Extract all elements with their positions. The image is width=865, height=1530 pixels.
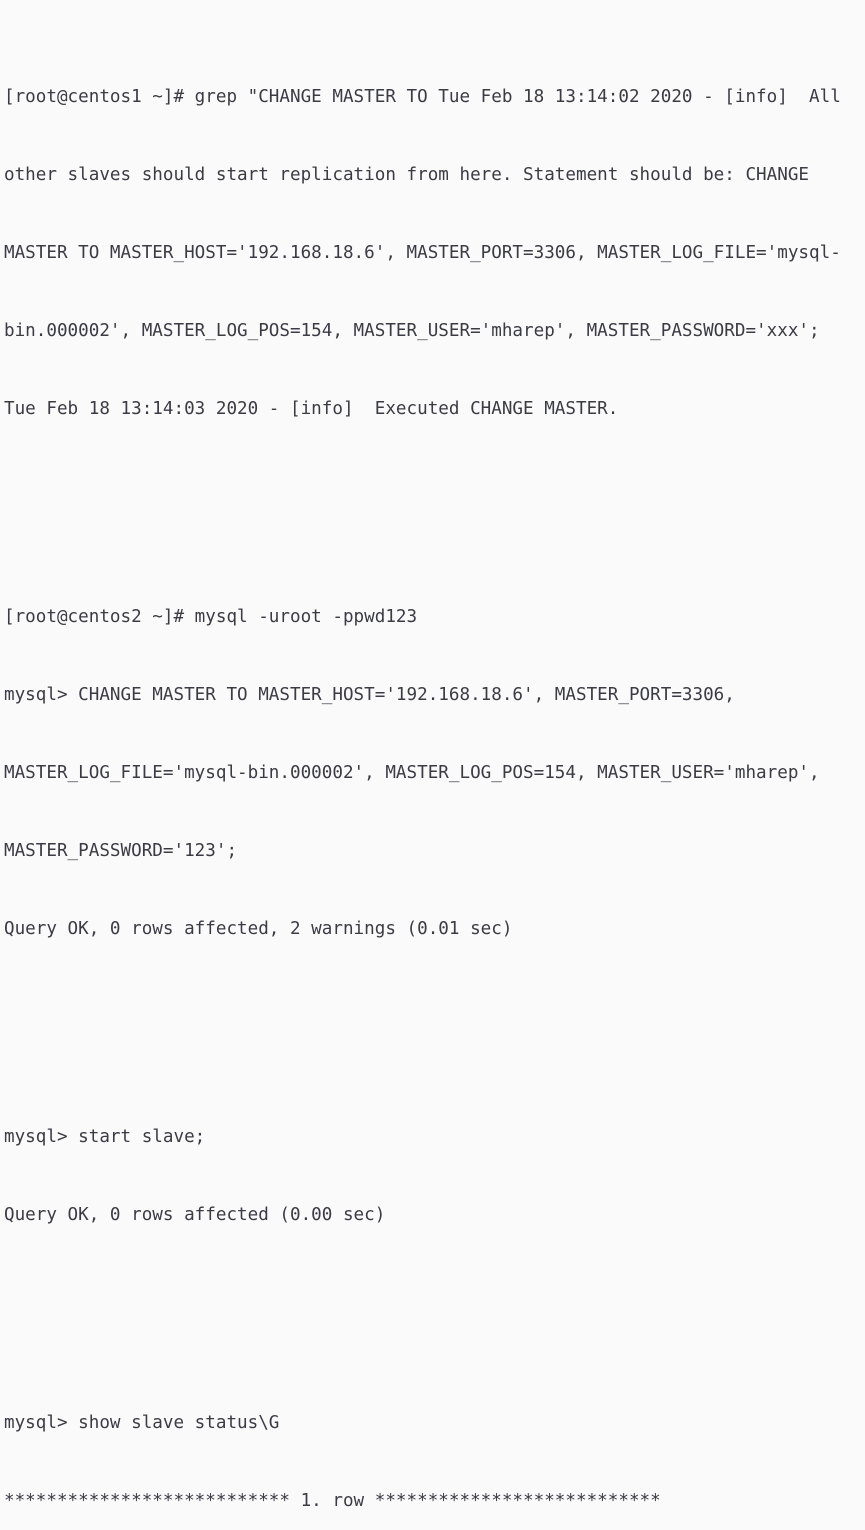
grep-output-line: Tue Feb 18 13:14:03 2020 - [info] Execut… [4, 399, 619, 419]
result-row-separator: *************************** 1. row *****… [4, 1491, 661, 1511]
grep-output-line: other slaves should start replication fr… [4, 165, 810, 185]
change-master-continuation: MASTER_LOG_FILE='mysql-bin.000002', MAST… [4, 763, 820, 783]
change-master-continuation: MASTER_PASSWORD='123'; [4, 841, 238, 861]
mysql-prompt-start-slave: mysql> start slave; [4, 1127, 206, 1147]
mysql-prompt-change-master: mysql> CHANGE MASTER TO MASTER_HOST='192… [4, 685, 735, 705]
shell-prompt-line-mysql-login: [root@centos2 ~]# mysql -uroot -ppwd123 [4, 607, 418, 627]
mysql-prompt-show-slave-status: mysql> show slave status\G [4, 1413, 280, 1433]
terminal-output-pane[interactable]: [root@centos1 ~]# grep "CHANGE MASTER TO… [0, 0, 865, 1511]
change-master-result: Query OK, 0 rows affected, 2 warnings (0… [4, 919, 513, 939]
shell-prompt-line-grep: [root@centos1 ~]# grep "CHANGE MASTER TO… [4, 87, 841, 107]
start-slave-result: Query OK, 0 rows affected (0.00 sec) [4, 1205, 386, 1225]
grep-output-line: bin.000002', MASTER_LOG_POS=154, MASTER_… [4, 321, 820, 341]
grep-output-line: MASTER TO MASTER_HOST='192.168.18.6', MA… [4, 243, 841, 263]
